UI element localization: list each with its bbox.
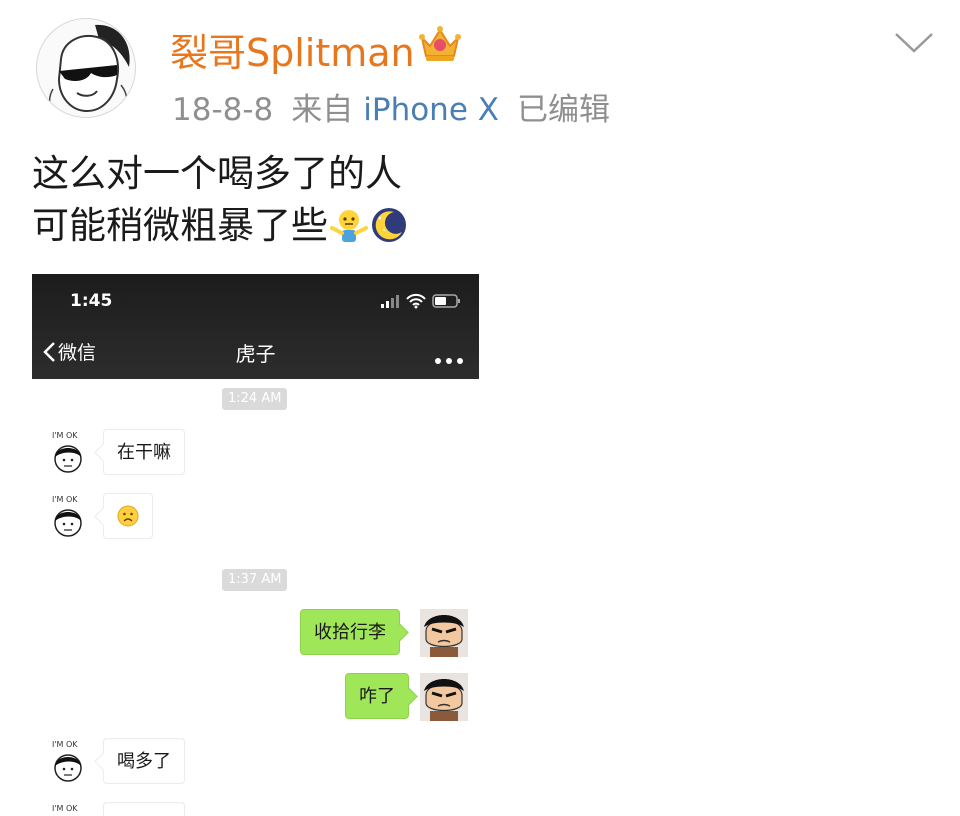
shrug-emoji bbox=[330, 206, 368, 244]
post-date: 18-8-8 bbox=[172, 92, 274, 128]
chevron-down-icon[interactable] bbox=[893, 30, 935, 56]
message-bubble-incoming[interactable]: 喝多了 bbox=[103, 738, 185, 784]
frowning-face-emoji bbox=[117, 499, 139, 527]
svg-text:I'M OK: I'M OK bbox=[52, 431, 78, 440]
svg-text:I'M OK: I'M OK bbox=[52, 740, 78, 749]
svg-text:I'M OK: I'M OK bbox=[52, 495, 78, 504]
message-bubble-outgoing[interactable]: 收拾行李 bbox=[300, 609, 400, 655]
user-avatar[interactable] bbox=[36, 18, 136, 118]
contact-avatar[interactable]: I'M OK bbox=[50, 493, 98, 541]
chat-screenshot: 1:45 微信 虎子 1:24 AM I'M OK 在干嘛 I'M OK 1:3… bbox=[32, 274, 479, 816]
message-bubble-outgoing[interactable]: 咋了 bbox=[345, 673, 409, 719]
contact-avatar[interactable]: I'M OK bbox=[50, 429, 98, 477]
edited-label: 已编辑 bbox=[517, 92, 610, 128]
post-text-line-1: 这么对一个喝多了的人 bbox=[32, 152, 402, 195]
post-text-line-2: 可能稍微粗暴了些 bbox=[32, 200, 408, 252]
wechat-nav-bar: 1:45 微信 虎子 bbox=[32, 274, 479, 379]
post-source-prefix: 来自 bbox=[291, 92, 354, 128]
post-device-link[interactable]: iPhone X bbox=[363, 92, 499, 128]
contact-avatar[interactable]: I'M OK bbox=[50, 738, 98, 786]
svg-text:I'M OK: I'M OK bbox=[52, 804, 78, 813]
post-text-line-2-text: 可能稍微粗暴了些 bbox=[32, 204, 328, 247]
message-bubble-incoming[interactable] bbox=[103, 493, 153, 539]
my-avatar[interactable] bbox=[420, 673, 468, 721]
post-meta: 18-8-8 来自 iPhone X 已编辑 bbox=[172, 84, 628, 129]
moon-emoji bbox=[370, 206, 408, 244]
status-icons bbox=[381, 293, 463, 309]
message-bubble-incoming[interactable]: 在干嘛 bbox=[103, 429, 185, 475]
contact-avatar[interactable]: I'M OK bbox=[50, 802, 98, 816]
timestamp: 1:24 AM bbox=[222, 388, 288, 410]
post-text: 这么对一个喝多了的人 可能稍微粗暴了些 bbox=[32, 148, 408, 252]
my-avatar[interactable] bbox=[420, 609, 468, 657]
message-bubble-incoming[interactable] bbox=[103, 802, 185, 816]
chat-title: 虎子 bbox=[235, 342, 276, 366]
more-options-icon[interactable] bbox=[434, 350, 464, 364]
timestamp: 1:37 AM bbox=[222, 569, 288, 591]
username[interactable]: 裂哥Splitman bbox=[170, 22, 415, 77]
crown-icon bbox=[418, 24, 462, 64]
status-time: 1:45 bbox=[70, 291, 113, 311]
